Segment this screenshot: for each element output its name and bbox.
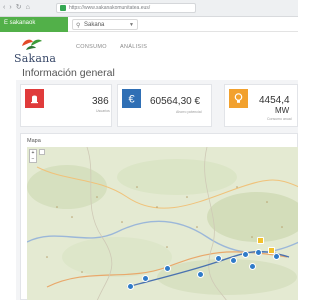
map-tiles (27, 147, 298, 300)
browser-nav: ‹ › ↻ ⌂ (3, 4, 30, 12)
reload-icon[interactable]: ↻ (16, 4, 22, 12)
location-select-label: Sakana (84, 22, 105, 28)
stat-value: 386 (92, 96, 109, 107)
map-view[interactable]: + − (27, 147, 298, 300)
address-bar[interactable]: https://www.sakanakomunitatea.eus/ (56, 3, 196, 13)
map-marker[interactable] (249, 263, 256, 270)
account-label: E sakanaok (4, 20, 36, 26)
forward-icon[interactable]: › (9, 4, 11, 12)
map-marker[interactable] (215, 255, 222, 262)
lock-icon (60, 5, 66, 11)
browser-window: ‹ › ↻ ⌂ https://www.sakanakomunitatea.eu… (0, 0, 298, 300)
map-marker[interactable] (255, 249, 262, 256)
bulb-icon (229, 89, 248, 108)
back-icon[interactable]: ‹ (3, 4, 5, 12)
stat-card-users: 386 Usuarios (20, 84, 112, 127)
stat-card-consumption: 4454,4 MW Consumo anual (224, 84, 298, 127)
map-marker[interactable] (242, 251, 249, 258)
stat-value: 60564,30 € (150, 96, 201, 107)
url-text: https://www.sakanakomunitatea.eus/ (69, 5, 151, 11)
zoom-control: + − (29, 149, 37, 163)
site-header: Sakana CONSUMO ANÁLISIS (0, 32, 298, 65)
stat-caption: Consumo anual (267, 117, 292, 121)
euro-icon: € (122, 89, 141, 108)
map-marker[interactable] (273, 253, 280, 260)
layers-icon[interactable] (39, 149, 45, 155)
stat-caption: Ahorro potencial (176, 110, 202, 114)
nav-item-consumo[interactable]: CONSUMO (76, 44, 107, 50)
map-marker-highlight[interactable] (257, 237, 264, 244)
zoom-out-button[interactable]: − (30, 156, 36, 162)
home-icon[interactable]: ⌂ (26, 4, 30, 12)
svg-text:€: € (128, 94, 134, 106)
stat-caption: Usuarios (96, 109, 110, 113)
location-select[interactable]: ⚲ Sakana ▼ (72, 19, 138, 30)
stat-unit: MW (275, 106, 290, 115)
stat-card-savings: € 60564,30 € Ahorro potencial (117, 84, 212, 127)
map-marker[interactable] (164, 265, 171, 272)
app-topbar: E sakanaok ⚲ Sakana ▼ (0, 17, 298, 32)
map-card: Mapa + − (20, 133, 298, 300)
map-marker[interactable] (142, 275, 149, 282)
map-marker[interactable] (127, 283, 134, 290)
pin-icon: ⚲ (76, 23, 81, 29)
logo-icon (22, 39, 42, 50)
map-marker[interactable] (197, 271, 204, 278)
building-icon (25, 89, 44, 108)
nav-item-analisis[interactable]: ANÁLISIS (120, 44, 147, 50)
account-button[interactable]: E sakanaok (0, 17, 68, 32)
stat-value: 4454,4 (259, 95, 290, 106)
map-marker-highlight[interactable] (268, 247, 275, 254)
map-title: Mapa (27, 138, 41, 144)
browser-toolbar: ‹ › ↻ ⌂ https://www.sakanakomunitatea.eu… (0, 0, 298, 17)
map-marker[interactable] (230, 257, 237, 264)
chevron-down-icon: ▼ (129, 22, 134, 28)
logo-text: Sakana (14, 52, 57, 65)
section-title: Información general (22, 67, 115, 79)
